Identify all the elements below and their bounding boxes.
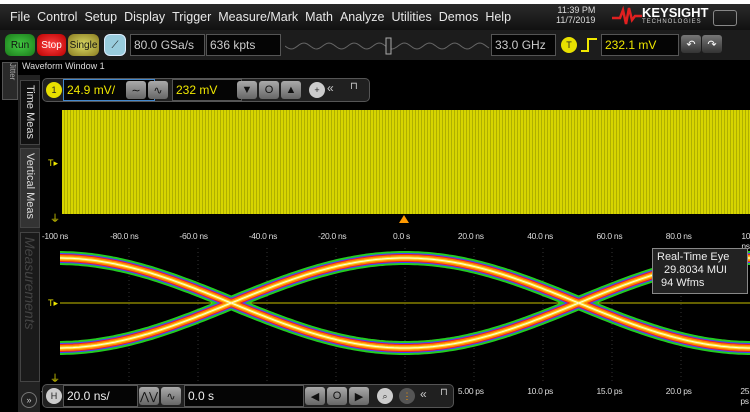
trigger-badge[interactable]: T bbox=[561, 37, 577, 53]
tick-label: -40.0 ns bbox=[248, 231, 278, 241]
menu-measure-mark[interactable]: Measure/Mark bbox=[218, 10, 298, 24]
jitter-tab[interactable]: Jitter bbox=[2, 62, 18, 100]
horizontal-badge[interactable]: H bbox=[46, 388, 62, 404]
tick-label: 25.0 ps bbox=[740, 386, 750, 406]
autoscale-icon[interactable]: ⟋ bbox=[104, 34, 126, 56]
horizontal-position-field[interactable]: 0.0 s bbox=[184, 385, 304, 407]
bandwidth-field[interactable]: 33.0 GHz bbox=[491, 34, 556, 56]
tick-label: -80.0 ns bbox=[110, 231, 139, 241]
tick-label: -20.0 ns bbox=[318, 231, 347, 241]
eye-title: Real-Time Eye bbox=[657, 251, 730, 263]
eye-trigger-marker: T▸ bbox=[48, 298, 59, 308]
h-fine-adjust-icon[interactable]: ⋀⋁ bbox=[139, 387, 159, 405]
tab-vertical-meas[interactable]: Vertical Meas bbox=[20, 148, 40, 228]
menu-analyze[interactable]: Analyze bbox=[340, 10, 384, 24]
offset-down-icon[interactable]: ▼ bbox=[237, 81, 257, 99]
tick-label: -100 ns bbox=[41, 231, 69, 241]
run-button[interactable]: Run bbox=[5, 34, 35, 56]
menu-control[interactable]: Control bbox=[37, 10, 77, 24]
horizontal-scale-field[interactable]: 20.0 ns/ bbox=[63, 385, 138, 407]
tick-label: 15.0 ps bbox=[596, 386, 623, 396]
tick-label: 10.0 ps bbox=[527, 386, 553, 396]
menu-trigger[interactable]: Trigger bbox=[172, 10, 211, 24]
eye-ui-count: 29.8034 MUI bbox=[664, 264, 727, 276]
eye-diagram-plot[interactable] bbox=[60, 248, 750, 383]
eye-info-box: Real-Time Eye 29.8034 MUI 94 Wfms bbox=[652, 248, 748, 294]
coarse-adjust-icon[interactable]: ∿ bbox=[148, 81, 168, 99]
h-collapse-icon[interactable]: « bbox=[420, 387, 427, 401]
eye-waveform-count: 94 Wfms bbox=[661, 277, 705, 289]
tick-label: 60.0 ns bbox=[596, 231, 623, 241]
tick-label: 0.0 s bbox=[393, 231, 410, 241]
tab-measurements[interactable]: Measurements bbox=[20, 232, 40, 382]
window-title: Waveform Window 1 bbox=[22, 61, 105, 71]
clock-time: 11:39 PM bbox=[557, 5, 596, 15]
trigger-level-field[interactable]: 232.1 mV bbox=[601, 34, 679, 56]
expand-icon[interactable]: » bbox=[21, 392, 37, 408]
tab-time-meas[interactable]: Time Meas bbox=[20, 80, 40, 145]
keysight-logo: KEYSIGHT TECHNOLOGIES bbox=[612, 6, 708, 26]
menu-math[interactable]: Math bbox=[305, 10, 333, 24]
tick-label: 80.0 ns bbox=[665, 231, 692, 241]
position-zero-icon[interactable]: O bbox=[327, 387, 347, 405]
offset-zero-icon[interactable]: O bbox=[259, 81, 279, 99]
channel1-waveform bbox=[62, 110, 750, 214]
tick-label: 20.0 ns bbox=[457, 231, 484, 241]
redo-icon[interactable]: ↷ bbox=[702, 35, 722, 53]
menu-demos[interactable]: Demos bbox=[439, 10, 479, 24]
brand-name: KEYSIGHT bbox=[642, 5, 709, 20]
trigger-position-marker[interactable] bbox=[399, 215, 409, 223]
tick-label: 20.0 ps bbox=[665, 386, 692, 396]
keysight-wave-icon bbox=[612, 6, 642, 25]
fine-adjust-icon[interactable]: ∼ bbox=[126, 81, 146, 99]
menu-display[interactable]: Display bbox=[124, 10, 165, 24]
horizontal-position-slider[interactable] bbox=[285, 36, 490, 56]
offset-up-icon[interactable]: ▲ bbox=[281, 81, 301, 99]
h-coarse-adjust-icon[interactable]: ∿ bbox=[161, 387, 181, 405]
undo-icon[interactable]: ↶ bbox=[681, 35, 701, 53]
tick-label: 5.00 ps bbox=[457, 386, 484, 396]
h-pin-icon[interactable]: ⊓ bbox=[440, 387, 448, 398]
add-icon[interactable]: + bbox=[309, 82, 325, 98]
position-right-icon[interactable]: ▶ bbox=[349, 387, 369, 405]
menu-setup[interactable]: Setup bbox=[84, 10, 117, 24]
menu-file[interactable]: File bbox=[10, 10, 30, 24]
trigger-level-marker: T▸ bbox=[48, 158, 59, 168]
eye-ground-marker: ⏚ bbox=[50, 374, 60, 385]
menu-utilities[interactable]: Utilities bbox=[391, 10, 431, 24]
delay-icon[interactable]: ⋮ bbox=[399, 388, 415, 404]
menu-help[interactable]: Help bbox=[485, 10, 511, 24]
memory-depth-field[interactable]: 636 kpts bbox=[206, 34, 281, 56]
clock: 11:39 PM 11/7/2019 bbox=[556, 5, 595, 25]
rising-edge-icon[interactable] bbox=[580, 37, 598, 53]
clock-date: 11/7/2019 bbox=[556, 15, 596, 25]
stop-button[interactable]: Stop bbox=[37, 34, 66, 56]
collapse-icon[interactable]: « bbox=[327, 81, 334, 95]
position-left-icon[interactable]: ◀ bbox=[305, 387, 325, 405]
minimize-button[interactable] bbox=[713, 10, 737, 26]
channel-badge[interactable]: 1 bbox=[46, 82, 62, 98]
ground-marker: ⏚ bbox=[50, 214, 60, 225]
brand-sub: TECHNOLOGIES bbox=[642, 19, 702, 25]
channel-offset-field[interactable]: 232 mV bbox=[172, 79, 242, 101]
sample-rate-field[interactable]: 80.0 GSa/s bbox=[130, 34, 205, 56]
tick-label: -60.0 ns bbox=[179, 231, 208, 241]
single-button[interactable]: Single bbox=[68, 34, 99, 56]
zoom-icon[interactable]: ⌕ bbox=[377, 388, 393, 404]
tick-label: 40.0 ns bbox=[527, 231, 553, 241]
pin-icon[interactable]: ⊓ bbox=[350, 81, 358, 92]
